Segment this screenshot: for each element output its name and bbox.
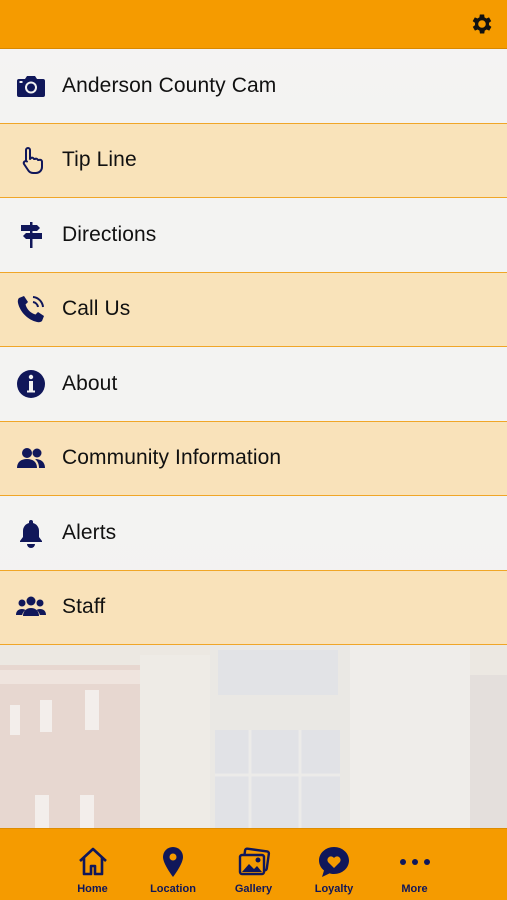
menu-item-label: Tip Line (62, 148, 137, 172)
users-icon (0, 422, 62, 496)
building-image (0, 645, 507, 828)
bell-icon (0, 496, 62, 570)
menu-item-directions[interactable]: Directions (0, 198, 507, 273)
group-icon (0, 571, 62, 645)
menu-list: Anderson County Cam Tip Line Directions … (0, 49, 507, 645)
tab-loyalty[interactable]: Loyalty (294, 829, 375, 900)
menu-item-label: Alerts (62, 520, 117, 544)
menu-item-label: Community Information (62, 446, 282, 470)
gear-icon[interactable] (469, 11, 495, 37)
signpost-icon (0, 198, 62, 272)
home-icon (78, 847, 107, 876)
menu-item-anderson-county-cam[interactable]: Anderson County Cam (0, 49, 507, 124)
camera-icon (0, 49, 62, 123)
menu-item-about[interactable]: About (0, 347, 507, 422)
menu-item-staff[interactable]: Staff (0, 570, 507, 645)
menu-item-tip-line[interactable]: Tip Line (0, 123, 507, 198)
tab-home[interactable]: Home (52, 829, 133, 900)
menu-item-label: Staff (62, 595, 106, 619)
menu-item-community-information[interactable]: Community Information (0, 421, 507, 496)
tab-label: Location (150, 883, 196, 895)
tab-more[interactable]: More (374, 829, 455, 900)
menu-item-label: Anderson County Cam (62, 73, 277, 97)
tab-label: Loyalty (314, 883, 354, 895)
ellipsis-icon (399, 859, 430, 865)
info-icon (0, 347, 62, 421)
heart-chat-icon (319, 847, 349, 877)
tab-gallery[interactable]: Gallery (213, 829, 294, 900)
menu-item-alerts[interactable]: Alerts (0, 496, 507, 571)
phone-icon (0, 273, 62, 347)
pointing-hand-icon (0, 124, 62, 198)
image-icon (238, 847, 270, 876)
top-bar (0, 0, 507, 49)
tab-label: Gallery (234, 883, 273, 895)
bottom-tab-bar: Home Location Gallery Loyalty More (0, 828, 507, 900)
tab-location[interactable]: Location (133, 829, 214, 900)
menu-item-label: About (62, 371, 118, 395)
tab-label: More (401, 883, 428, 895)
menu-item-label: Call Us (62, 297, 131, 321)
map-pin-icon (163, 847, 183, 877)
tab-label: Home (77, 883, 108, 895)
menu-item-call-us[interactable]: Call Us (0, 272, 507, 347)
menu-item-label: Directions (62, 222, 157, 246)
